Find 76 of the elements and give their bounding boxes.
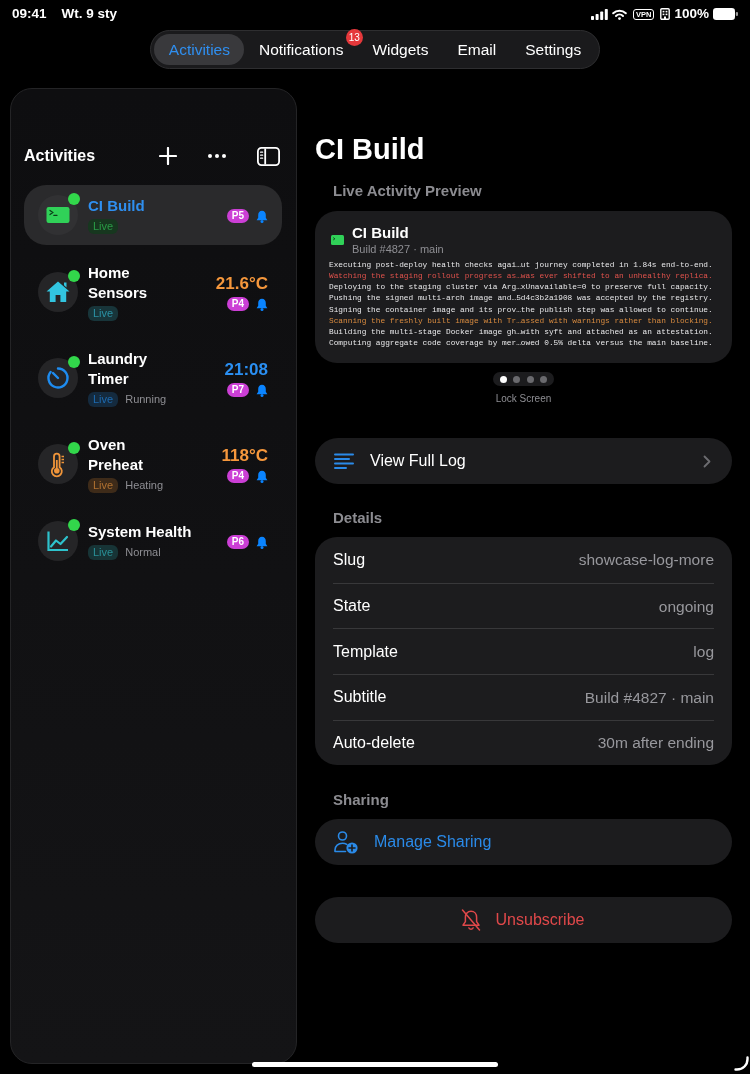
activity-item[interactable]: Home Sensors Live 21.6°C P4 (24, 253, 282, 331)
list-icon (334, 452, 354, 470)
unsubscribe-button[interactable]: Unsubscribe (315, 897, 732, 944)
detail-label: Template (333, 641, 398, 662)
terminal-icon (331, 235, 344, 245)
detail-value: 30m after ending (597, 733, 714, 754)
detail-value: Build #4827 · main (584, 687, 714, 708)
battery-icon (713, 8, 738, 20)
tab[interactable]: Settings (510, 34, 596, 65)
status-tag: Live (88, 219, 119, 234)
activity-value: 21.6°C (215, 273, 268, 295)
detail-value: showcase-log-more (578, 550, 714, 571)
signal-icon (591, 8, 609, 20)
house-icon (38, 272, 78, 312)
activity-item[interactable]: System Health Live Normal P6 (24, 511, 282, 571)
page-dot-icon[interactable] (499, 375, 507, 383)
status-tag: Live (88, 545, 119, 560)
chevron-right-icon (703, 454, 711, 468)
activity-title: Oven Preheat (88, 435, 145, 475)
priority-badge: P4 (226, 297, 249, 311)
page-dot-icon[interactable] (513, 375, 521, 383)
status-tag: Live (88, 306, 119, 321)
activity-item[interactable]: Laundry Timer Live Running 21:08 P7 (24, 339, 282, 417)
priority-badge: P4 (226, 469, 249, 483)
detail-label: Subtitle (333, 687, 387, 708)
person-add-icon (334, 830, 358, 854)
detail-label: Slug (333, 550, 366, 571)
corner-icon (734, 1056, 749, 1071)
status-time: 09:41 (12, 4, 47, 23)
sidebar-toggle-icon[interactable] (257, 146, 280, 166)
section-heading: Live Activity Preview (332, 181, 483, 201)
activity-value: 118°C (221, 445, 268, 467)
page-dot-icon[interactable] (540, 375, 548, 383)
add-icon[interactable] (159, 147, 177, 165)
status-date: Wt. 9 sty (61, 4, 118, 23)
building-icon (660, 8, 671, 20)
priority-badge: P5 (226, 209, 249, 223)
chart-icon (38, 521, 78, 561)
sidebar-title: Activities (24, 146, 97, 166)
page-label: Lock Screen (495, 392, 552, 407)
detail-title: CI Build (315, 132, 426, 167)
thermometer-icon (38, 444, 78, 484)
status-text: Normal (125, 545, 161, 560)
detail-label: Auto-delete (333, 732, 415, 753)
manage-sharing-button[interactable]: Manage Sharing (315, 819, 732, 866)
terminal-icon (38, 195, 78, 235)
battery-percent: 100% (674, 4, 709, 23)
bell-slash-icon (460, 909, 481, 932)
page-dot-icon[interactable] (526, 375, 534, 383)
detail-value: ongoing (658, 596, 714, 617)
detail-value: log (693, 642, 714, 663)
status-tag: Live (88, 478, 119, 493)
activity-title: System Health (88, 522, 193, 542)
priority-badge: P7 (226, 383, 249, 397)
detail-label: State (333, 596, 371, 617)
preview-subtitle: Build #4827 · main (352, 242, 444, 256)
activity-title: Home Sensors (88, 263, 149, 303)
view-log-button[interactable]: View Full Log (315, 438, 732, 485)
notification-count-badge: 13 (345, 29, 363, 46)
activity-title: CI Build (88, 196, 146, 216)
status-tag: Live (88, 392, 119, 407)
activity-title: Laundry Timer (88, 349, 149, 389)
activity-value: 21:08 (224, 359, 268, 381)
section-heading: Sharing (332, 790, 390, 811)
activity-item[interactable]: CI Build Live P5 (24, 185, 282, 245)
preview-title: CI Build (352, 224, 410, 242)
status-text: Running (125, 392, 167, 407)
tab[interactable]: Activities (154, 34, 245, 65)
tab[interactable]: Email (442, 34, 511, 65)
section-heading: Details (332, 508, 384, 529)
timer-icon (38, 358, 78, 398)
wifi-icon (612, 8, 628, 20)
status-text: Heating (125, 478, 164, 493)
activity-item[interactable]: Oven Preheat Live Heating 118°C P4 (24, 425, 282, 503)
more-icon[interactable] (208, 154, 226, 158)
priority-badge: P6 (226, 535, 249, 549)
